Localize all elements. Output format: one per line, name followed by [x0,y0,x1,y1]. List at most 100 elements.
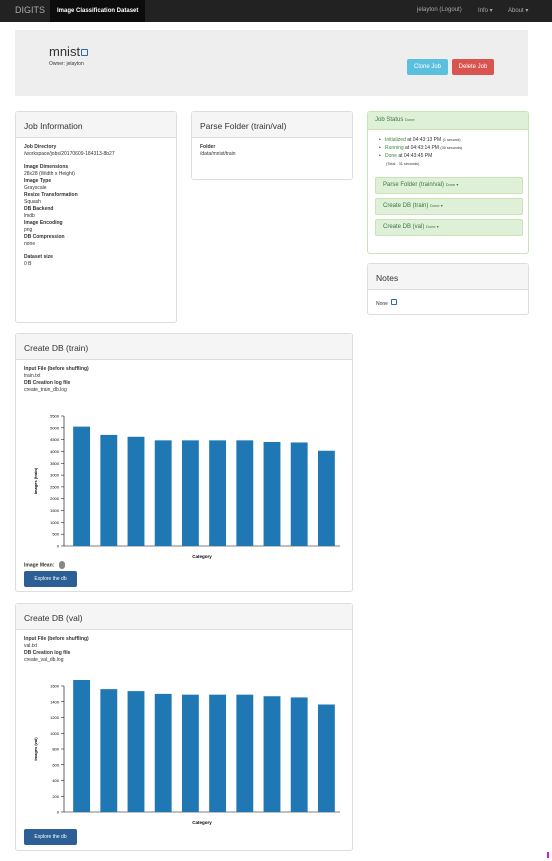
image-type-label: Image Type [24,178,52,184]
status-time: at 04:43:13 PM [407,137,442,143]
y-tick-label: 1200 [50,715,60,720]
y-tick-label: 1600 [50,684,60,689]
parse-folder-body: Folder /data/mnist/train [192,138,352,164]
bar-category-9 [317,704,335,812]
bar-category-7 [263,696,281,812]
edit-notes-icon[interactable] [390,299,397,305]
notes-value: None [376,301,388,307]
create-db-val-body: Input File (before shuffling) val.txt DB… [16,630,352,670]
job-status-title-text: Job Status [375,117,404,123]
subtask-create-db-val[interactable]: Create DB (val) Done ▾ [375,219,523,236]
clone-job-button[interactable]: Clone Job [407,59,448,75]
bar-category-6 [236,440,254,546]
input-file-label: Input File (before shuffling) [24,636,89,642]
y-tick-label: 800 [52,747,59,752]
explore-val-db-button[interactable]: Explore the db [24,829,77,845]
status-event: • Running at 04:43:14 PM (30 seconds) [379,145,463,151]
y-tick-label: 0 [57,544,60,549]
status-event: • Done at 04:43:45 PM [379,153,433,159]
val-txt-link[interactable]: val.txt [24,643,344,650]
notes-body: None [368,290,528,314]
db-backend-label: DB Backend [24,206,54,212]
resize-transformation-label: Resize Transformation [24,192,78,198]
parse-folder-title: Parse Folder (train/val) [192,112,352,138]
y-tick-label: 200 [52,794,59,799]
subtask-label: Parse Folder (train/val) [383,182,445,188]
bar-category-1 [100,689,118,812]
job-directory-value: /workspace/jobs/20170609-184313-8b27 [24,151,115,157]
train-txt-link[interactable]: train.txt [24,373,344,380]
create-db-train-body: Input File (before shuffling) train.txt … [16,360,352,400]
x-axis-label: Category [192,554,212,559]
job-owner: Owner: jelayton [49,61,84,67]
bar-category-8 [290,442,308,546]
y-tick-label: 4500 [50,437,60,442]
dataset-size-value: 0 B [24,261,32,267]
job-status-title: Job Status Done [368,112,528,130]
bar-category-8 [290,697,308,812]
subtask-parse-folder[interactable]: Parse Folder (train/val) Done ▾ [375,177,523,194]
y-tick-label: 1000 [50,731,60,736]
status-duration: (1 second) [442,138,461,142]
create-db-train-title: Create DB (train) [16,334,352,360]
subtask-badge[interactable]: Done ▾ [430,203,443,208]
tab-image-classification-dataset[interactable]: Image Classification Dataset [50,0,146,22]
status-state: Done [385,153,397,159]
y-tick-label: 500 [52,532,59,537]
image-encoding-value: png [24,227,33,233]
subtask-badge[interactable]: Done ▾ [446,182,459,187]
bar-category-6 [236,694,254,812]
y-tick-label: 3000 [50,473,60,478]
bar-category-3 [154,693,172,812]
explore-train-db-button[interactable]: Explore the db [24,571,77,587]
y-axis-label: Images (val) [33,737,38,761]
job-status-badge: Done [405,117,415,122]
edit-icon[interactable] [81,49,89,56]
input-file-label: Input File (before shuffling) [24,366,89,372]
y-tick-label: 2000 [50,496,60,501]
job-status-panel: Job Status Done • Initialized at 04:43:1… [367,111,529,254]
bar-category-4 [181,694,199,812]
delete-job-button[interactable]: Delete Job [452,59,494,75]
folder-label: Folder [200,144,216,150]
y-tick-label: 0 [57,810,60,815]
image-dimensions-label: Image Dimensions [24,164,69,170]
y-tick-label: 5500 [50,414,60,419]
image-mean-thumbnail[interactable] [58,561,65,569]
job-name: mnist [49,44,81,59]
status-time: at 04:43:45 PM [398,153,433,159]
status-state: Initialized [385,137,406,143]
y-axis-label: Images (train) [33,467,38,494]
create-db-train-panel: Create DB (train) Input File (before shu… [15,333,353,592]
y-tick-label: 4000 [50,449,60,454]
subtask-badge[interactable]: Done ▾ [426,224,439,229]
about-menu[interactable]: About ▾ [508,7,528,14]
bar-category-5 [209,694,227,812]
train-db-log-link[interactable]: create_train_db.log [24,387,344,394]
bar-category-5 [209,440,227,546]
image-mean-label: Image Mean: [24,562,55,569]
status-total: (Total - 31 seconds) [386,162,420,166]
val-db-log-link[interactable]: create_val_db.log [24,657,344,664]
parse-folder-panel: Parse Folder (train/val) Folder /data/mn… [191,111,353,180]
logout-link[interactable]: jelayton (Logout) [417,7,462,13]
db-log-label: DB Creation log file [24,650,71,656]
create-db-val-panel: Create DB (val) Input File (before shuff… [15,603,353,851]
folder-value: /data/mnist/train [200,151,236,157]
job-directory-label: Job Directory [24,144,57,150]
bar-category-0 [73,680,91,812]
y-tick-label: 1400 [50,699,60,704]
bar-category-7 [263,442,281,546]
resize-transformation-value: Squash [24,199,41,205]
subtask-create-db-train[interactable]: Create DB (train) Done ▾ [375,198,523,215]
corner-marker [547,852,549,858]
brand-logo[interactable]: DIGITS [15,5,45,15]
db-compression-label: DB Compression [24,234,65,240]
status-duration: (30 seconds) [440,146,463,150]
info-menu[interactable]: Info ▾ [478,7,493,14]
subtask-label: Create DB (train) [383,203,429,209]
job-information-body: Job Directory /workspace/jobs/20170609-1… [16,138,176,274]
y-tick-label: 400 [52,778,59,783]
y-tick-label: 2500 [50,484,60,489]
db-log-label: DB Creation log file [24,380,71,386]
